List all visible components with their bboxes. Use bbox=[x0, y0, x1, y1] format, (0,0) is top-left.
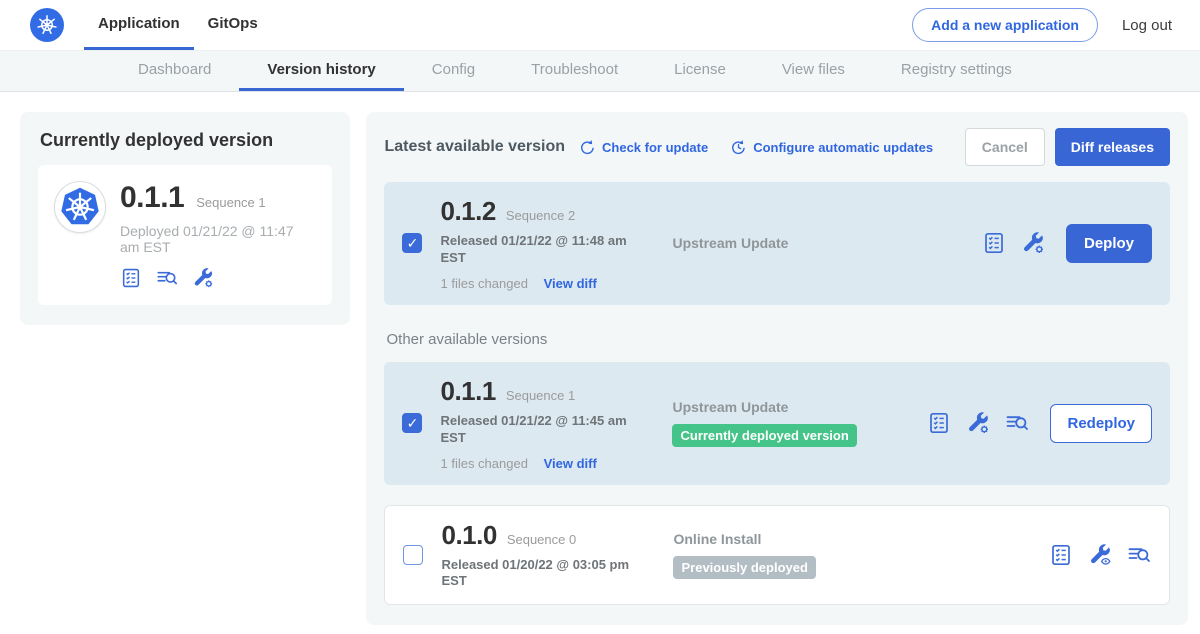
clock-refresh-icon bbox=[730, 139, 747, 156]
top-nav: Application GitOps Add a new application… bbox=[0, 0, 1200, 50]
diff-releases-button[interactable]: Diff releases bbox=[1055, 128, 1170, 166]
version-row-0-1-2: 0.1.2 Sequence 2 Released 01/21/22 @ 11:… bbox=[384, 182, 1170, 305]
add-application-button[interactable]: Add a new application bbox=[912, 8, 1098, 42]
deployed-sequence: Sequence 1 bbox=[196, 195, 265, 210]
release-notes-icon[interactable] bbox=[1049, 543, 1073, 567]
sequence-label: Sequence 2 bbox=[506, 208, 575, 223]
tab-registry-settings[interactable]: Registry settings bbox=[873, 51, 1040, 91]
files-changed-label: 1 files changed bbox=[440, 276, 527, 291]
release-notes-icon[interactable] bbox=[982, 231, 1006, 255]
source-type-label: Upstream Update bbox=[672, 399, 927, 415]
version-history-panel: Latest available version Check for updat… bbox=[366, 112, 1188, 625]
panel-title: Latest available version bbox=[384, 138, 565, 156]
top-tab-gitops[interactable]: GitOps bbox=[194, 0, 272, 50]
check-for-update-label: Check for update bbox=[602, 140, 708, 155]
logs-icon[interactable] bbox=[1127, 543, 1151, 567]
configure-auto-updates-label: Configure automatic updates bbox=[753, 140, 933, 155]
deployed-version-number: 0.1.1 bbox=[120, 181, 184, 215]
refresh-icon bbox=[579, 139, 596, 156]
version-number: 0.1.1 bbox=[440, 376, 495, 407]
config-wrench-icon[interactable] bbox=[192, 267, 214, 289]
released-timestamp: Released 01/20/22 @ 03:05 pm EST bbox=[441, 557, 631, 591]
source-type-label: Upstream Update bbox=[672, 235, 927, 251]
tab-dashboard[interactable]: Dashboard bbox=[110, 51, 239, 91]
tab-version-history[interactable]: Version history bbox=[239, 51, 403, 91]
config-wrench-icon[interactable] bbox=[966, 411, 990, 435]
app-icon bbox=[54, 181, 106, 233]
tab-license[interactable]: License bbox=[646, 51, 754, 91]
version-checkbox[interactable] bbox=[402, 233, 422, 253]
tab-config[interactable]: Config bbox=[404, 51, 503, 91]
deploy-button[interactable]: Deploy bbox=[1066, 224, 1152, 263]
files-changed-label: 1 files changed bbox=[440, 456, 527, 471]
currently-deployed-badge: Currently deployed version bbox=[672, 424, 856, 447]
version-row-0-1-0: 0.1.0 Sequence 0 Released 01/20/22 @ 03:… bbox=[384, 505, 1170, 606]
deployed-version-card: 0.1.1 Sequence 1 Deployed 01/21/22 @ 11:… bbox=[38, 165, 332, 305]
logs-icon[interactable] bbox=[1005, 411, 1029, 435]
other-versions-heading: Other available versions bbox=[386, 331, 1168, 348]
tab-troubleshoot[interactable]: Troubleshoot bbox=[503, 51, 646, 91]
main-content: Currently deployed version 0.1.1 Sequenc… bbox=[0, 92, 1200, 634]
version-checkbox[interactable] bbox=[403, 545, 423, 565]
version-number: 0.1.0 bbox=[441, 520, 496, 551]
deployed-card-title: Currently deployed version bbox=[40, 130, 332, 151]
redeploy-button[interactable]: Redeploy bbox=[1050, 404, 1152, 443]
currently-deployed-card: Currently deployed version 0.1.1 Sequenc… bbox=[20, 112, 350, 325]
release-notes-icon[interactable] bbox=[120, 267, 142, 289]
version-row-0-1-1: 0.1.1 Sequence 1 Released 01/21/22 @ 11:… bbox=[384, 362, 1170, 485]
previously-deployed-badge: Previously deployed bbox=[673, 556, 815, 579]
view-diff-link[interactable]: View diff bbox=[544, 276, 597, 291]
deployed-timestamp: Deployed 01/21/22 @ 11:47 am EST bbox=[120, 223, 316, 255]
sequence-label: Sequence 1 bbox=[506, 388, 575, 403]
config-wrench-icon[interactable] bbox=[1021, 231, 1045, 255]
version-checkbox[interactable] bbox=[402, 413, 422, 433]
sequence-label: Sequence 0 bbox=[507, 532, 576, 547]
released-timestamp: Released 01/21/22 @ 11:48 am EST bbox=[440, 233, 630, 267]
logs-icon[interactable] bbox=[156, 267, 178, 289]
release-notes-icon[interactable] bbox=[927, 411, 951, 435]
view-diff-link[interactable]: View diff bbox=[544, 456, 597, 471]
configure-auto-updates-link[interactable]: Configure automatic updates bbox=[730, 139, 933, 156]
released-timestamp: Released 01/21/22 @ 11:45 am EST bbox=[440, 413, 630, 447]
check-for-update-link[interactable]: Check for update bbox=[579, 139, 708, 156]
config-view-icon[interactable] bbox=[1088, 543, 1112, 567]
kubernetes-logo bbox=[30, 8, 64, 42]
cancel-button[interactable]: Cancel bbox=[965, 128, 1045, 166]
logout-link[interactable]: Log out bbox=[1122, 17, 1172, 34]
version-number: 0.1.2 bbox=[440, 196, 495, 227]
top-tab-application[interactable]: Application bbox=[84, 0, 194, 50]
source-type-label: Online Install bbox=[673, 531, 928, 547]
app-sub-nav: Dashboard Version history Config Trouble… bbox=[0, 50, 1200, 92]
tab-view-files[interactable]: View files bbox=[754, 51, 873, 91]
